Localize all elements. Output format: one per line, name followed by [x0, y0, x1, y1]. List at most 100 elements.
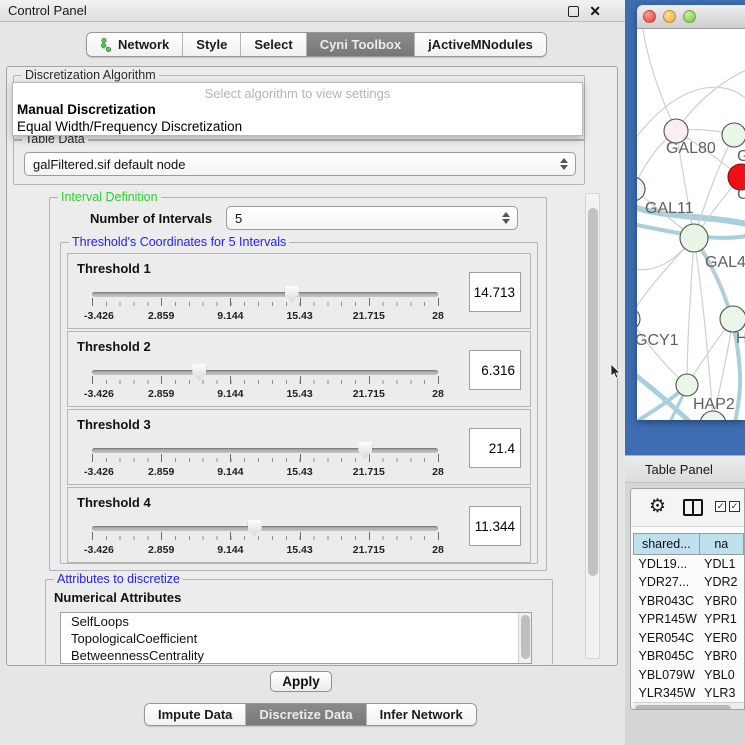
- discretization-algorithm-title: Discretization Algorithm: [22, 68, 159, 82]
- gear-icon[interactable]: ⚙: [649, 495, 666, 518]
- tab-cyni-toolbox[interactable]: Cyni Toolbox: [307, 33, 415, 56]
- threshold-3-label: Threshold 3: [77, 417, 151, 432]
- threshold-4-slider[interactable]: -3.4262.8599.14415.4321.71528: [92, 520, 438, 560]
- table-row[interactable]: YER054CYER0: [634, 629, 744, 648]
- thresholds-group: Threshold's Coordinates for 5 Intervals …: [60, 242, 538, 564]
- slider-track[interactable]: [92, 448, 438, 453]
- column-header-name[interactable]: na: [699, 534, 743, 555]
- control-panel-tabs: Network Style Select Cyni Toolbox jActiv…: [86, 32, 547, 57]
- table-data-group: Table Data galFiltered.sif default node: [13, 139, 585, 185]
- apply-button[interactable]: Apply: [270, 671, 332, 692]
- tab-infer-network-label: Infer Network: [380, 707, 463, 722]
- table-row[interactable]: YPR145WYPR1: [634, 610, 744, 629]
- number-of-intervals-label: Number of Intervals: [90, 211, 212, 226]
- tab-infer-network[interactable]: Infer Network: [367, 704, 476, 725]
- slider-track[interactable]: [92, 292, 438, 297]
- screenshot-root: Control Panel ✕ Network Style Select Cyn…: [0, 0, 745, 745]
- tab-cyni-toolbox-label: Cyni Toolbox: [320, 37, 401, 52]
- right-region: GAL80 G. C GAL11 GAL4 GCY1 H HAP2 Table …: [625, 0, 745, 745]
- node-label-partial-h: H: [736, 330, 745, 347]
- threshold-1-value-field[interactable]: 14.713: [469, 272, 521, 312]
- table-data-value: galFiltered.sif default node: [33, 157, 185, 172]
- table-horizontal-scrollbar[interactable]: [633, 702, 744, 710]
- mac-zoom-icon[interactable]: [683, 10, 696, 23]
- close-icon[interactable]: ✕: [589, 4, 601, 18]
- tab-style[interactable]: Style: [183, 33, 241, 56]
- slider-scale-labels: -3.4262.8599.14415.4321.71528: [92, 466, 438, 478]
- node-label-gal80: GAL80: [666, 140, 716, 157]
- table-panel-title: Table Panel: [645, 462, 713, 477]
- tab-select[interactable]: Select: [241, 33, 306, 56]
- control-panel-titlebar: Control Panel ✕: [0, 0, 625, 22]
- control-panel: Control Panel ✕ Network Style Select Cyn…: [0, 0, 625, 745]
- network-view-window: GAL80 G. C GAL11 GAL4 GCY1 H HAP2: [637, 5, 745, 420]
- mouse-cursor: [610, 364, 622, 380]
- combo-stepper-icon: [502, 212, 510, 224]
- attributes-list-scrollbar[interactable]: [518, 613, 531, 663]
- threshold-4-label: Threshold 4: [77, 495, 151, 510]
- threshold-3-value-field[interactable]: 21.4: [469, 428, 521, 468]
- table-toolbar: ⚙: [631, 489, 745, 527]
- list-item[interactable]: TopologicalCoefficient: [61, 630, 531, 647]
- table-row[interactable]: YDL19...YDL1: [634, 555, 744, 574]
- mac-close-icon[interactable]: [643, 10, 656, 23]
- tab-jactivemnodules[interactable]: jActiveMNodules: [415, 33, 546, 56]
- table-row[interactable]: YBR045CYBR0: [634, 647, 744, 666]
- table-row[interactable]: YBL079WYBL0: [634, 666, 744, 685]
- slider-minor-ticks: [92, 534, 438, 541]
- node-hap2[interactable]: [676, 374, 698, 396]
- checkbox-icon[interactable]: [729, 501, 740, 512]
- slider-track[interactable]: [92, 370, 438, 375]
- slider-track[interactable]: [92, 526, 438, 531]
- tab-discretize-data[interactable]: Discretize Data: [246, 704, 366, 725]
- numerical-attributes-list[interactable]: SelfLoops TopologicalCoefficient Between…: [60, 612, 532, 664]
- attributes-title: Attributes to discretize: [54, 572, 183, 586]
- number-of-intervals-combobox[interactable]: 5: [226, 206, 518, 230]
- panel-scrollbar-thumb[interactable]: [588, 208, 598, 576]
- mac-minimize-icon[interactable]: [663, 10, 676, 23]
- checkbox-icon[interactable]: [715, 501, 726, 512]
- slider-scale-labels: -3.4262.8599.14415.4321.71528: [92, 544, 438, 556]
- node-label-gal11: GAL11: [645, 200, 694, 217]
- node-gcy1[interactable]: [637, 308, 640, 330]
- cyni-bottom-tabs: Impute Data Discretize Data Infer Networ…: [144, 703, 477, 726]
- node-label-gal4: GAL4: [705, 254, 745, 271]
- threshold-4-panel: Threshold 4 -3.4262.8599.14415.4321.7152…: [67, 487, 531, 563]
- column-header-shared[interactable]: shared...: [634, 534, 700, 555]
- table-row[interactable]: YDR27...YDR2: [634, 573, 744, 592]
- table-row[interactable]: YBR043CYBR0: [634, 592, 744, 611]
- list-item[interactable]: BetweennessCentrality: [61, 647, 531, 664]
- node[interactable]: [722, 123, 745, 147]
- node-gal4[interactable]: [680, 224, 708, 252]
- threshold-2-value-field[interactable]: 6.316: [469, 350, 521, 390]
- network-window-titlebar[interactable]: [637, 5, 745, 29]
- table-hscroll-thumb[interactable]: [635, 705, 731, 710]
- threshold-2-panel: Threshold 2 -3.4262.8599.14415.4321.7152…: [67, 331, 531, 407]
- threshold-1-slider[interactable]: -3.4262.8599.14415.4321.71528: [92, 286, 438, 326]
- list-item[interactable]: SelfLoops: [61, 613, 531, 630]
- slider-minor-ticks: [92, 378, 438, 385]
- panel-scrollbar[interactable]: [585, 193, 600, 659]
- split-columns-icon[interactable]: [683, 499, 703, 516]
- table-data-combobox[interactable]: galFiltered.sif default node: [24, 152, 576, 176]
- thresholds-title: Threshold's Coordinates for 5 Intervals: [69, 235, 289, 249]
- node[interactable]: [720, 306, 745, 332]
- tab-network[interactable]: Network: [87, 33, 183, 56]
- threshold-3-panel: Threshold 3 -3.4262.8599.14415.4321.7152…: [67, 409, 531, 485]
- attributes-group: Attributes to discretize Numerical Attri…: [45, 579, 553, 665]
- network-canvas[interactable]: GAL80 G. C GAL11 GAL4 GCY1 H HAP2: [637, 29, 745, 420]
- threshold-2-label: Threshold 2: [77, 339, 151, 354]
- threshold-4-value-field[interactable]: 11.344: [469, 506, 521, 546]
- tab-select-label: Select: [254, 37, 292, 52]
- node-label-partial-c: C: [737, 186, 745, 203]
- dropdown-option-manual-discretization[interactable]: Manual Discretization: [13, 101, 582, 118]
- tab-style-label: Style: [196, 37, 227, 52]
- node-label-partial-g: G.: [737, 148, 745, 165]
- float-window-icon[interactable]: [568, 6, 579, 17]
- table-row[interactable]: YLR345WYLR3: [634, 684, 744, 703]
- slider-minor-ticks: [92, 456, 438, 463]
- threshold-2-slider[interactable]: -3.4262.8599.14415.4321.71528: [92, 364, 438, 404]
- dropdown-option-equal-width-frequency[interactable]: Equal Width/Frequency Discretization: [13, 118, 582, 135]
- threshold-3-slider[interactable]: -3.4262.8599.14415.4321.71528: [92, 442, 438, 482]
- tab-impute-data[interactable]: Impute Data: [145, 704, 246, 725]
